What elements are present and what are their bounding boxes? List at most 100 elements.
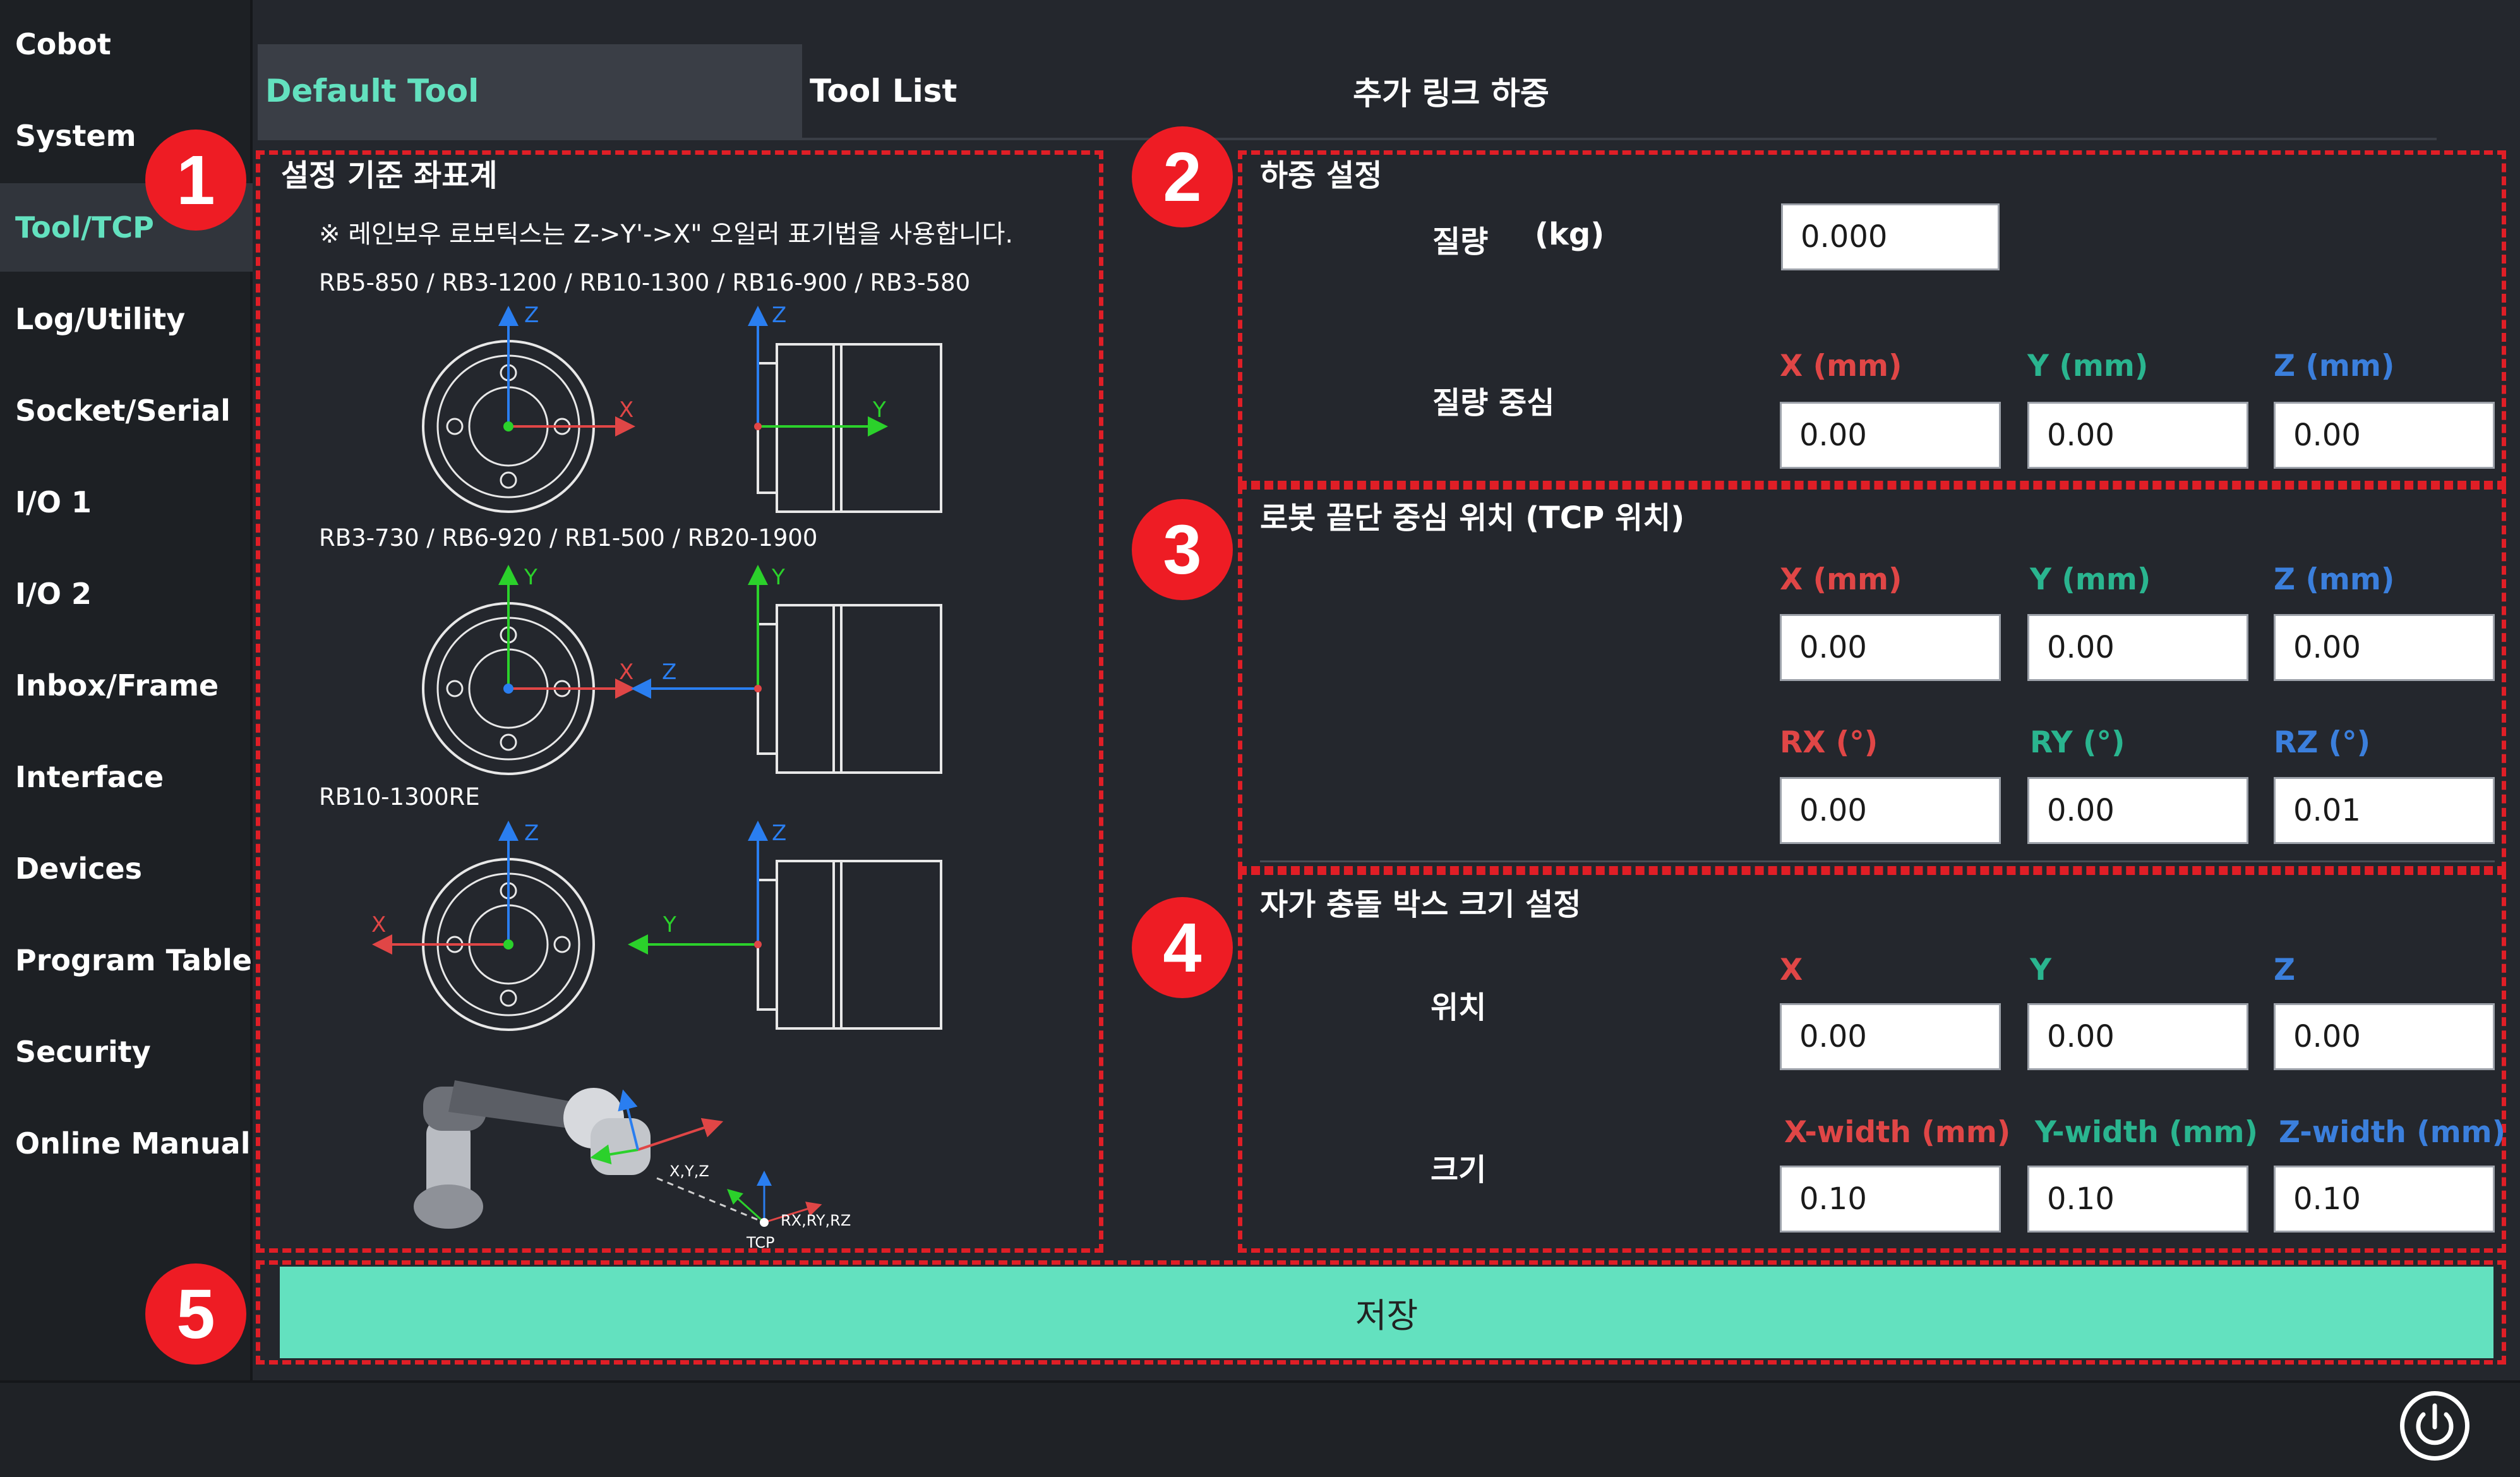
axis-letter: Y xyxy=(524,565,537,590)
reference-frame-title: 설정 기준 좌표계 xyxy=(281,158,498,193)
sidebar-item-inbox-frame[interactable]: Inbox/Frame xyxy=(0,641,253,730)
axis-letter: Z xyxy=(772,303,786,328)
axis-letter: X xyxy=(619,660,633,685)
sidebar-item-label: System xyxy=(15,119,136,153)
sidebar-item-program-table[interactable]: Program Table xyxy=(0,916,253,1004)
euler-note: ※ 레인보우 로보틱스는 Z->Y'->X" 오일러 표기법을 사용합니다. xyxy=(319,220,1014,249)
robot-arm-illustration xyxy=(414,1080,822,1229)
box-width-y-header: Y-width (mm) xyxy=(2035,1115,2259,1150)
tcp-rx-input[interactable]: 0.00 xyxy=(1780,777,2001,844)
center-of-mass-label: 질량 중심 xyxy=(1432,385,1555,421)
tab-label: 추가 링크 하중 xyxy=(1353,75,1549,112)
section-divider xyxy=(1260,860,2495,862)
box-position-label: 위치 xyxy=(1431,990,1487,1025)
robot-label-xyz: X,Y,Z xyxy=(669,1162,709,1180)
axis-letter: Z xyxy=(524,821,539,846)
axis-letter: Z xyxy=(662,660,676,685)
axis-letter: Y xyxy=(663,912,676,937)
box-width-z-input[interactable]: 0.10 xyxy=(2274,1166,2495,1233)
mass-label: 질량 xyxy=(1432,224,1489,260)
bottom-bar xyxy=(0,1380,2520,1477)
com-z-input[interactable]: 0.00 xyxy=(2274,402,2495,469)
mass-unit: (kg) xyxy=(1535,217,1605,252)
tab-extra-link-load[interactable]: 추가 링크 하중 xyxy=(1345,44,1724,138)
sidebar-item-label: Security xyxy=(15,1035,151,1069)
sidebar-item-online-manual[interactable]: Online Manual xyxy=(0,1099,253,1188)
tcp-x-input[interactable]: 0.00 xyxy=(1780,614,2001,681)
sidebar-item-label: Online Manual xyxy=(15,1126,251,1160)
collision-box-title: 자가 충돌 박스 크기 설정 xyxy=(1260,887,1581,922)
tcp-y-input[interactable]: 0.00 xyxy=(2027,614,2248,681)
box-pos-x-input[interactable]: 0.00 xyxy=(1780,1003,2001,1070)
tab-default-tool[interactable]: Default Tool xyxy=(258,44,802,138)
tcp-rz-header: RZ (°) xyxy=(2274,725,2371,760)
tcp-z-input[interactable]: 0.00 xyxy=(2274,614,2495,681)
sidebar-item-io2[interactable]: I/O 2 xyxy=(0,550,253,638)
sidebar-item-label: Socket/Serial xyxy=(15,394,231,428)
com-z-header: Z (mm) xyxy=(2274,349,2395,383)
badge-5: 5 xyxy=(145,1263,246,1365)
tcp-y-header: Y (mm) xyxy=(2030,562,2151,597)
box-pos-z-header: Z xyxy=(2274,953,2296,987)
tcp-ry-header: RY (°) xyxy=(2030,725,2125,760)
tcp-x-header: X (mm) xyxy=(1780,562,1902,597)
box-pos-y-input[interactable]: 0.00 xyxy=(2027,1003,2248,1070)
tab-divider xyxy=(258,138,2437,140)
sidebar-item-label: Tool/TCP xyxy=(15,210,154,244)
power-icon[interactable] xyxy=(2400,1391,2469,1461)
sidebar-item-cobot[interactable]: Cobot xyxy=(0,0,253,88)
box-width-x-input[interactable]: 0.10 xyxy=(1780,1166,2001,1233)
coordinate-diagrams: Z X Z Y Y X Z Y Z X Z Y X,Y,Z RX,RY,RZ T… xyxy=(371,303,942,1251)
com-x-input[interactable]: 0.00 xyxy=(1780,402,2001,469)
model-group-1: RB5-850 / RB3-1200 / RB10-1300 / RB16-90… xyxy=(319,269,971,296)
tcp-ry-input[interactable]: 0.00 xyxy=(2027,777,2248,844)
axis-letter: Z xyxy=(524,303,539,328)
box-width-z-header: Z-width (mm) xyxy=(2279,1115,2506,1150)
box-width-x-header: X-width (mm) xyxy=(1784,1115,2011,1150)
axis-letter: Y xyxy=(771,565,785,590)
frame-diagram-row-3 xyxy=(372,821,942,1031)
tcp-title: 로봇 끝단 중심 위치 (TCP 위치) xyxy=(1260,500,1685,536)
sidebar-item-label: I/O 1 xyxy=(15,485,92,519)
robot-label-tcp: TCP xyxy=(746,1234,774,1251)
tab-label: Default Tool xyxy=(265,73,479,109)
load-title: 하중 설정 xyxy=(1260,158,1383,193)
sidebar-item-label: I/O 2 xyxy=(15,577,92,611)
sidebar-item-io1[interactable]: I/O 1 xyxy=(0,458,253,546)
axis-letter: X xyxy=(371,912,386,937)
com-x-header: X (mm) xyxy=(1780,349,1902,383)
badge-3: 3 xyxy=(1132,499,1233,600)
save-button[interactable]: 저장 xyxy=(280,1267,2493,1358)
tcp-rx-header: RX (°) xyxy=(1780,725,1878,760)
com-y-input[interactable]: 0.00 xyxy=(2027,402,2248,469)
robot-label-rxryrz: RX,RY,RZ xyxy=(781,1212,851,1229)
sidebar-item-label: Cobot xyxy=(15,27,111,61)
box-pos-x-header: X xyxy=(1780,953,1803,987)
sidebar-item-socket-serial[interactable]: Socket/Serial xyxy=(0,366,253,455)
sidebar-item-interface[interactable]: Interface xyxy=(0,733,253,821)
sidebar-item-devices[interactable]: Devices xyxy=(0,824,253,913)
sidebar-item-label: Inbox/Frame xyxy=(15,668,219,702)
box-width-y-input[interactable]: 0.10 xyxy=(2027,1166,2248,1233)
axis-letter: X xyxy=(619,397,633,423)
box-size-label: 크기 xyxy=(1431,1152,1487,1188)
badge-2: 2 xyxy=(1132,126,1233,227)
sidebar-item-label: Interface xyxy=(15,760,164,794)
axis-letter: Z xyxy=(772,821,786,846)
axis-letter: Y xyxy=(872,397,886,423)
tcp-rz-input[interactable]: 0.01 xyxy=(2274,777,2495,844)
tab-tool-list[interactable]: Tool List xyxy=(802,44,1181,138)
tab-label: Tool List xyxy=(810,73,957,109)
sidebar-item-log-utility[interactable]: Log/Utility xyxy=(0,275,253,363)
frame-diagram-row-2 xyxy=(422,565,942,775)
mass-input[interactable]: 0.000 xyxy=(1781,203,2000,270)
tcp-z-header: Z (mm) xyxy=(2274,562,2395,597)
com-y-header: Y (mm) xyxy=(2027,349,2149,383)
sidebar-item-label: Devices xyxy=(15,852,142,886)
frame-diagram-row-1 xyxy=(422,306,942,513)
badge-4: 4 xyxy=(1132,897,1233,998)
sidebar-item-security[interactable]: Security xyxy=(0,1008,253,1096)
badge-1: 1 xyxy=(145,130,246,231)
box-pos-y-header: Y xyxy=(2030,953,2052,987)
box-pos-z-input[interactable]: 0.00 xyxy=(2274,1003,2495,1070)
